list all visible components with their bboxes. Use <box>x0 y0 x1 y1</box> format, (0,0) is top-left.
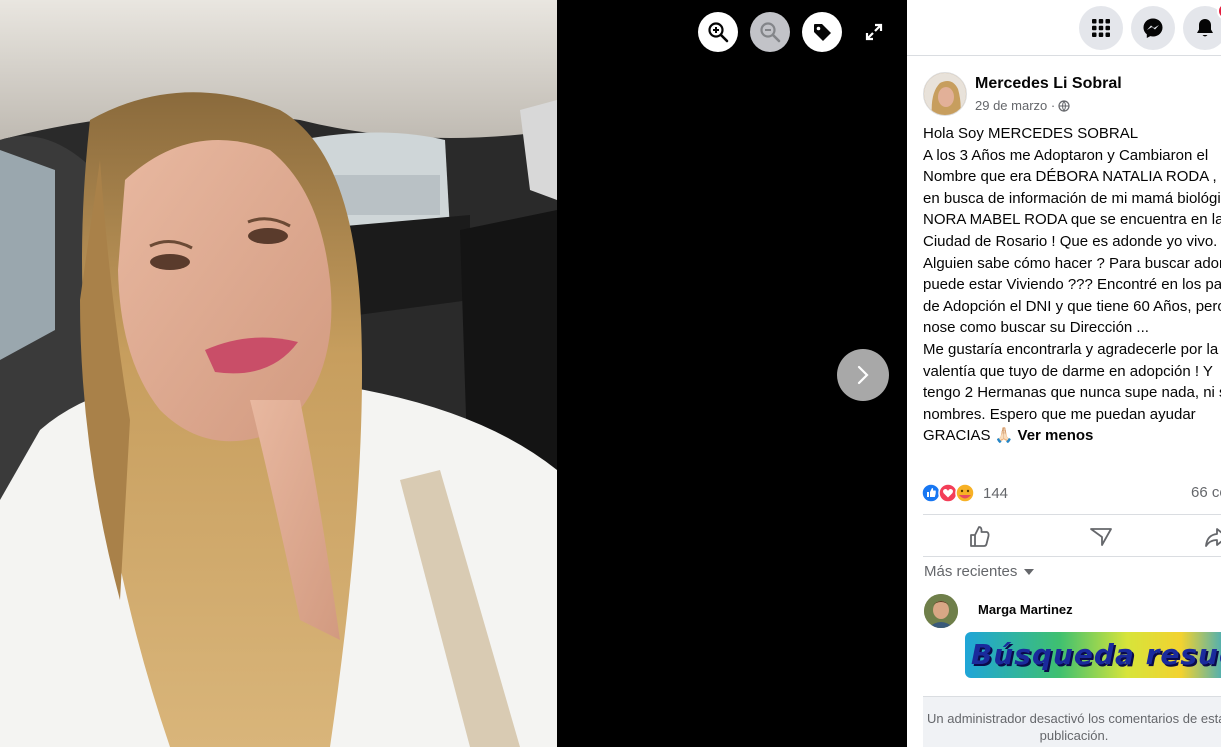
post-line: Nombre que era DÉBORA NATALIA RODA , <box>923 168 1217 186</box>
post-line: nose como buscar su Dirección ... <box>923 319 1149 337</box>
messenger-button[interactable] <box>1131 6 1175 50</box>
post-text: Hola Soy MERCEDES SOBRAL A los 3 Años me… <box>923 123 1221 447</box>
zoom-out-icon <box>760 22 781 43</box>
comment-button-icon[interactable] <box>1088 524 1114 550</box>
sticker-text: Búsqueda resuelta <box>971 638 1221 671</box>
post-line: A los 3 Años me Adoptaron y Cambiaron el <box>923 146 1209 164</box>
commenter-avatar-image <box>924 594 958 628</box>
tag-icon <box>814 24 831 41</box>
photo-viewer <box>0 0 907 747</box>
caret-down-icon <box>1024 568 1035 575</box>
post-line: puede estar Viviendo ??? Encontré en los… <box>923 276 1221 294</box>
globe-icon <box>1058 99 1070 112</box>
chevron-right-icon <box>857 365 869 385</box>
post-date[interactable]: 29 de marzo · <box>975 98 1122 113</box>
post-line: NORA MABEL RODA que se encuentra en la <box>923 211 1221 229</box>
post-line: Alguien sabe cómo hacer ? Para buscar ad… <box>923 254 1221 272</box>
bell-icon <box>1197 19 1213 37</box>
post-line: Me gustaría encontrarla y agradecerle po… <box>923 340 1219 358</box>
reaction-count: 144 <box>983 484 1009 502</box>
comment-count[interactable]: 66 comentarios <box>1191 484 1221 501</box>
notifications-button[interactable]: 2 <box>1183 2 1221 50</box>
top-bar: 2 <box>907 0 1221 56</box>
next-photo-button[interactable] <box>837 349 889 401</box>
comment-sort-dropdown[interactable]: Más recientes <box>924 563 1035 580</box>
share-button-icon[interactable] <box>1203 524 1221 550</box>
author-avatar-image <box>924 73 966 115</box>
post-line: en busca de información de mi mamá bioló… <box>923 189 1221 207</box>
zoom-out-button[interactable] <box>750 12 790 52</box>
post-line: tengo 2 Hermanas que nunca supe nada, ni… <box>923 384 1221 402</box>
menu-grid-icon <box>1092 19 1110 37</box>
post-line: Hola Soy MERCEDES SOBRAL <box>923 125 1139 142</box>
care-icon <box>955 483 975 503</box>
comments-disabled-line: Un administrador desactivó los comentari… <box>927 711 1221 726</box>
comments-disabled-notice: Un administrador desactivó los comentari… <box>923 696 1221 747</box>
see-less-link[interactable]: Ver menos <box>1018 427 1094 444</box>
like-button-icon[interactable] <box>967 524 993 550</box>
post-panel: 2 Mercedes Li Sobral 29 de marzo · Hola … <box>907 0 1221 747</box>
comment-sticker: Búsqueda resuelta <box>965 632 1221 678</box>
author-avatar[interactable] <box>923 72 967 116</box>
author-name[interactable]: Mercedes Li Sobral <box>975 75 1122 93</box>
reactions-summary[interactable]: 144 <box>921 482 1221 504</box>
commenter-avatar[interactable] <box>924 594 958 628</box>
divider <box>923 556 1221 557</box>
selfie-image <box>0 0 557 747</box>
zoom-in-button[interactable] <box>698 12 738 52</box>
post-header: Mercedes Li Sobral 29 de marzo · <box>923 72 1122 116</box>
commenter-name[interactable]: Marga Martinez <box>978 602 1073 617</box>
post-date-text: 29 de marzo · <box>975 98 1056 113</box>
sort-label: Más recientes <box>924 563 1018 580</box>
expand-icon[interactable] <box>862 20 886 44</box>
divider <box>923 514 1221 515</box>
post-line: valentía que tuyo de darme en adopción !… <box>923 362 1213 380</box>
post-line: Ciudad de Rosario ! Que es adonde yo viv… <box>923 232 1218 250</box>
comments-disabled-line: publicación. <box>1039 728 1109 743</box>
post-last-line: GRACIAS 🙏🏻 Ver menos <box>923 425 1221 447</box>
tag-button[interactable] <box>802 12 842 52</box>
notification-badge: 2 <box>1217 2 1221 20</box>
reaction-icons <box>921 483 975 503</box>
zoom-in-icon <box>708 22 729 43</box>
menu-button[interactable] <box>1079 6 1123 50</box>
post-photo[interactable] <box>0 0 557 747</box>
post-line: de Adopción el DNI y que tiene 60 Años, … <box>923 297 1221 315</box>
post-line: GRACIAS 🙏🏻 <box>923 427 1014 445</box>
post-line: nombres. Espero que me puedan ayudar <box>923 405 1196 423</box>
messenger-icon <box>1143 18 1163 38</box>
